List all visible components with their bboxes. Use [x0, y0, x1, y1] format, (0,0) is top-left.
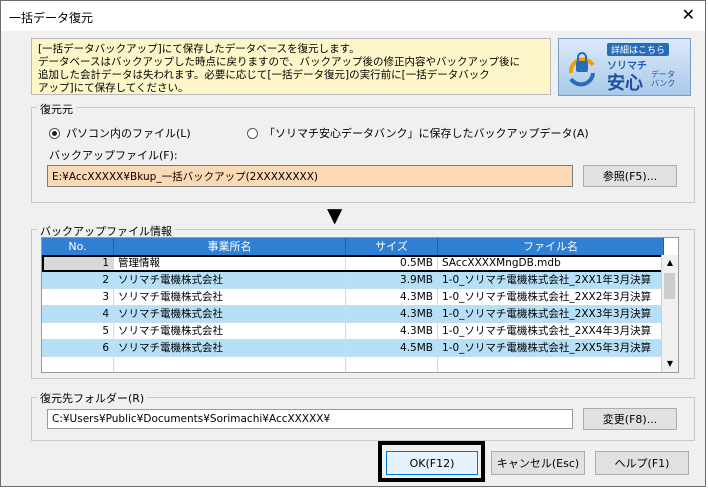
table-scrollbar[interactable]: ▲ ▼: [661, 255, 678, 372]
scroll-down-icon[interactable]: ▼: [662, 356, 678, 372]
table-row[interactable]: 3 ソリマチ電機株式会社 4.3MB 1-0_ソリマチ電機株式会社_2XX2年3…: [42, 289, 664, 306]
cell-file: [438, 357, 664, 372]
col-no: No.: [42, 238, 114, 255]
cell-name: ソリマチ電機株式会社: [114, 289, 346, 305]
cell-file: 1-0_ソリマチ電機株式会社_2XX3年3月決算: [438, 306, 664, 322]
cell-name: 管理情報: [114, 255, 346, 271]
cell-size: 4.3MB: [346, 306, 438, 322]
cell-size: 4.5MB: [346, 340, 438, 356]
radio-pc-file-label: パソコン内のファイル(L): [66, 127, 191, 140]
cell-name: ソリマチ電機株式会社: [114, 323, 346, 339]
cell-file: SAccXXXXMngDB.mdb: [438, 255, 664, 271]
close-icon[interactable]: ✕: [682, 7, 695, 23]
cell-name: ソリマチ電機株式会社: [114, 306, 346, 322]
cell-size: 0.5MB: [346, 255, 438, 271]
col-size: サイズ: [346, 238, 438, 255]
radio-pc-file[interactable]: パソコン内のファイル(L): [49, 125, 191, 141]
col-name: 事業所名: [114, 238, 346, 255]
scroll-thumb[interactable]: [664, 273, 675, 299]
cell-no: 5: [42, 323, 114, 339]
banner-details-link: 詳細はこちら: [607, 43, 670, 56]
notice-box: [一括データバックアップ]にて保存したデータベースを復元します。 データベースは…: [31, 38, 551, 95]
cell-file: 1-0_ソリマチ電機株式会社_2XX4年3月決算: [438, 323, 664, 339]
change-folder-button[interactable]: 変更(F8)...: [583, 408, 677, 430]
restore-dialog: 一括データ復元 ✕ [一括データバックアップ]にて保存したデータベースを復元しま…: [0, 0, 706, 487]
scroll-up-icon[interactable]: ▲: [662, 255, 678, 271]
anshin-data-bank-banner[interactable]: 詳細はこちら ソリマチ 安心 データ バンク: [558, 38, 691, 96]
cell-name: ソリマチ電機株式会社: [114, 340, 346, 356]
radio-data-bank[interactable]: 「ソリマチ安心データバンク」に保存したバックアップデータ(A): [247, 125, 589, 141]
table-row[interactable]: 1 管理情報 0.5MB SAccXXXXMngDB.mdb: [42, 255, 664, 272]
table-body: 1 管理情報 0.5MB SAccXXXXMngDB.mdb 2 ソリマチ電機株…: [42, 255, 664, 372]
table-row[interactable]: 6 ソリマチ電機株式会社 4.5MB 1-0_ソリマチ電機株式会社_2XX5年3…: [42, 340, 664, 357]
lock-refresh-icon: [568, 52, 595, 87]
cell-no: 4: [42, 306, 114, 322]
backup-file-table[interactable]: No. 事業所名 サイズ ファイル名 1 管理情報 0.5MB SAccXXXX…: [41, 237, 679, 373]
cell-size: [346, 357, 438, 372]
browse-button[interactable]: 参照(F5)...: [583, 165, 677, 187]
title-bar: 一括データ復元 ✕: [1, 1, 705, 31]
radio-data-bank-label: 「ソリマチ安心データバンク」に保存したバックアップデータ(A): [264, 127, 589, 140]
cell-size: 3.9MB: [346, 272, 438, 288]
radio-checked-icon: [49, 127, 60, 139]
cell-name: ソリマチ電機株式会社: [114, 272, 346, 288]
cell-size: 4.3MB: [346, 323, 438, 339]
cell-file: 1-0_ソリマチ電機株式会社_2XX1年3月決算: [438, 272, 664, 288]
cell-size: 4.3MB: [346, 289, 438, 305]
table-row[interactable]: 4 ソリマチ電機株式会社 4.3MB 1-0_ソリマチ電機株式会社_2XX3年3…: [42, 306, 664, 323]
cell-no: [42, 357, 114, 372]
dest-group-label: 復元先フォルダー(R): [37, 390, 148, 406]
help-button[interactable]: ヘルプ(F1): [595, 451, 689, 475]
table-row[interactable]: [42, 357, 664, 372]
cell-file: 1-0_ソリマチ電機株式会社_2XX5年3月決算: [438, 340, 664, 356]
banner-data-bank: データ バンク: [651, 70, 676, 88]
cell-no: 1: [42, 255, 114, 271]
backup-file-label: バックアップファイル(F):: [49, 149, 178, 162]
table-header: No. 事業所名 サイズ ファイル名: [42, 238, 664, 255]
dest-folder-input[interactable]: C:¥Users¥Public¥Documents¥Sorimachi¥AccX…: [47, 409, 573, 429]
col-file: ファイル名: [438, 238, 664, 255]
cell-no: 6: [42, 340, 114, 356]
banner-anshin: 安心: [607, 73, 643, 94]
source-group-label: 復元元: [37, 101, 76, 117]
cell-name: [114, 357, 346, 372]
cell-no: 2: [42, 272, 114, 288]
table-row[interactable]: 2 ソリマチ電機株式会社 3.9MB 1-0_ソリマチ電機株式会社_2XX1年3…: [42, 272, 664, 289]
cell-file: 1-0_ソリマチ電機株式会社_2XX2年3月決算: [438, 289, 664, 305]
window-title: 一括データ復元: [9, 11, 94, 25]
ok-button-highlight: [378, 441, 485, 482]
table-row[interactable]: 5 ソリマチ電機株式会社 4.3MB 1-0_ソリマチ電機株式会社_2XX4年3…: [42, 323, 664, 340]
radio-unchecked-icon: [247, 127, 258, 139]
backup-file-input[interactable]: E:¥AccXXXXX¥Bkup_一括バックアップ(2XXXXXXXX): [47, 165, 573, 187]
cancel-button[interactable]: キャンセル(Esc): [491, 451, 585, 475]
cell-no: 3: [42, 289, 114, 305]
down-arrow-icon: ▼: [327, 203, 343, 227]
